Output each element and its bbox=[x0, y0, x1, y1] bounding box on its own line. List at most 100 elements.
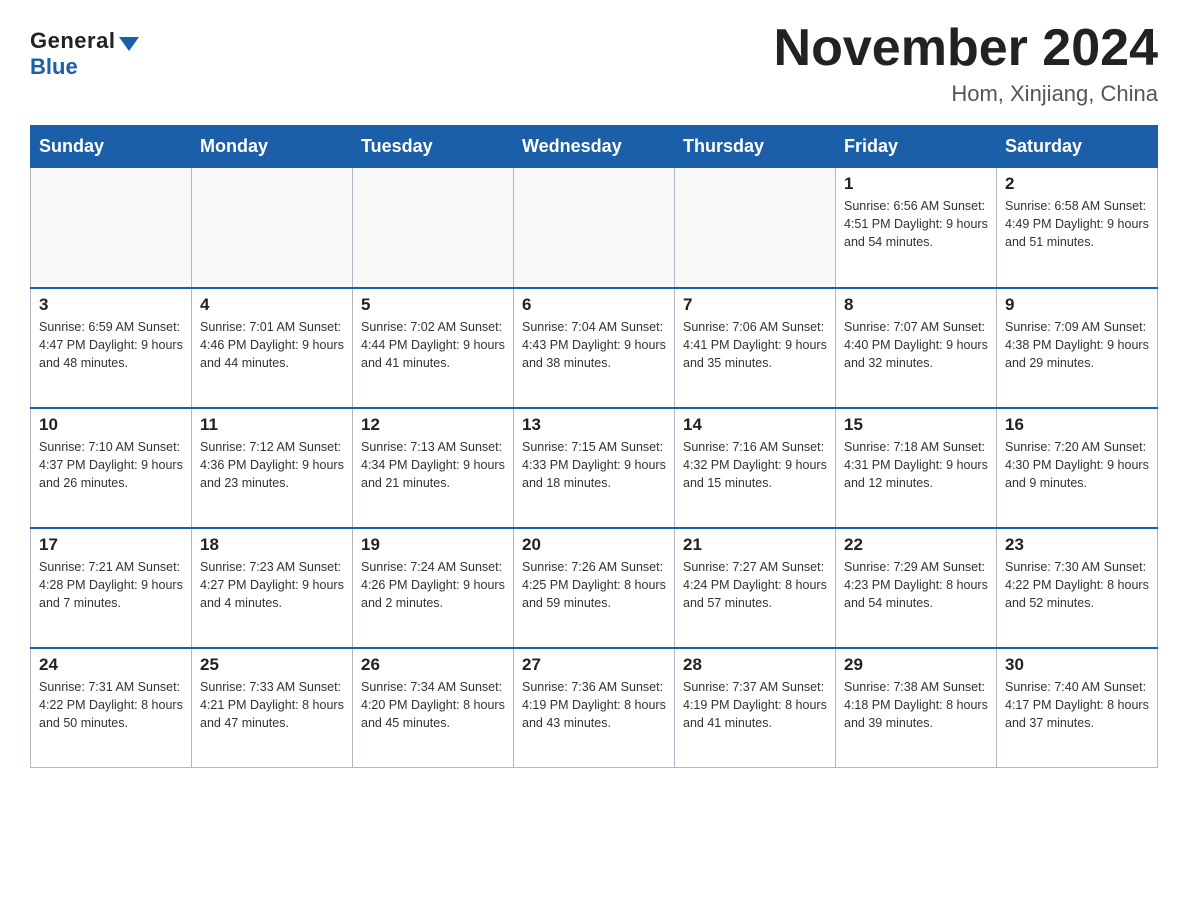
day-info: Sunrise: 6:58 AM Sunset: 4:49 PM Dayligh… bbox=[1005, 197, 1149, 251]
day-number: 23 bbox=[1005, 535, 1149, 555]
day-number: 13 bbox=[522, 415, 666, 435]
calendar-cell bbox=[675, 168, 836, 288]
day-number: 14 bbox=[683, 415, 827, 435]
day-number: 8 bbox=[844, 295, 988, 315]
day-number: 3 bbox=[39, 295, 183, 315]
calendar-cell: 11 Sunrise: 7:12 AM Sunset: 4:36 PM Dayli… bbox=[192, 408, 353, 528]
day-info: Sunrise: 7:15 AM Sunset: 4:33 PM Dayligh… bbox=[522, 438, 666, 492]
day-info: Sunrise: 7:02 AM Sunset: 4:44 PM Dayligh… bbox=[361, 318, 505, 372]
calendar-cell: 17 Sunrise: 7:21 AM Sunset: 4:28 PM Dayli… bbox=[31, 528, 192, 648]
weekday-header-thursday: Thursday bbox=[675, 126, 836, 168]
calendar-cell: 7 Sunrise: 7:06 AM Sunset: 4:41 PM Daylig… bbox=[675, 288, 836, 408]
calendar-cell: 27Sunrise: 7:36 AM Sunset: 4:19 PM Dayli… bbox=[514, 648, 675, 768]
day-info: Sunrise: 7:40 AM Sunset: 4:17 PM Dayligh… bbox=[1005, 678, 1149, 732]
day-number: 5 bbox=[361, 295, 505, 315]
weekday-header-sunday: Sunday bbox=[31, 126, 192, 168]
weekday-header-row: SundayMondayTuesdayWednesdayThursdayFrid… bbox=[31, 126, 1158, 168]
day-info: Sunrise: 7:20 AM Sunset: 4:30 PM Dayligh… bbox=[1005, 438, 1149, 492]
day-info: Sunrise: 6:56 AM Sunset: 4:51 PM Dayligh… bbox=[844, 197, 988, 251]
day-info: Sunrise: 7:37 AM Sunset: 4:19 PM Dayligh… bbox=[683, 678, 827, 732]
calendar-cell bbox=[514, 168, 675, 288]
logo-blue-text: Blue bbox=[30, 54, 78, 80]
calendar-cell: 12Sunrise: 7:13 AM Sunset: 4:34 PM Dayli… bbox=[353, 408, 514, 528]
day-number: 11 bbox=[200, 415, 344, 435]
day-info: Sunrise: 7:18 AM Sunset: 4:31 PM Dayligh… bbox=[844, 438, 988, 492]
weekday-header-friday: Friday bbox=[836, 126, 997, 168]
calendar-cell: 26Sunrise: 7:34 AM Sunset: 4:20 PM Dayli… bbox=[353, 648, 514, 768]
day-info: Sunrise: 7:04 AM Sunset: 4:43 PM Dayligh… bbox=[522, 318, 666, 372]
calendar-cell: 19 Sunrise: 7:24 AM Sunset: 4:26 PM Dayli… bbox=[353, 528, 514, 648]
calendar-week-row: 24 Sunrise: 7:31 AM Sunset: 4:22 PM Dayli… bbox=[31, 648, 1158, 768]
day-info: Sunrise: 7:36 AM Sunset: 4:19 PM Dayligh… bbox=[522, 678, 666, 732]
day-number: 30 bbox=[1005, 655, 1149, 675]
logo-triangle-icon bbox=[119, 37, 139, 51]
day-info: Sunrise: 7:16 AM Sunset: 4:32 PM Dayligh… bbox=[683, 438, 827, 492]
day-number: 19 bbox=[361, 535, 505, 555]
day-number: 15 bbox=[844, 415, 988, 435]
day-info: Sunrise: 7:29 AM Sunset: 4:23 PM Dayligh… bbox=[844, 558, 988, 612]
day-number: 28 bbox=[683, 655, 827, 675]
day-number: 4 bbox=[200, 295, 344, 315]
calendar-cell: 13 Sunrise: 7:15 AM Sunset: 4:33 PM Dayli… bbox=[514, 408, 675, 528]
calendar-cell: 16 Sunrise: 7:20 AM Sunset: 4:30 PM Dayli… bbox=[997, 408, 1158, 528]
calendar-week-row: 17 Sunrise: 7:21 AM Sunset: 4:28 PM Dayli… bbox=[31, 528, 1158, 648]
day-info: Sunrise: 7:26 AM Sunset: 4:25 PM Dayligh… bbox=[522, 558, 666, 612]
day-info: Sunrise: 7:09 AM Sunset: 4:38 PM Dayligh… bbox=[1005, 318, 1149, 372]
calendar-table: SundayMondayTuesdayWednesdayThursdayFrid… bbox=[30, 125, 1158, 768]
day-info: Sunrise: 7:12 AM Sunset: 4:36 PM Dayligh… bbox=[200, 438, 344, 492]
logo: General Blue bbox=[30, 28, 139, 80]
day-info: Sunrise: 7:06 AM Sunset: 4:41 PM Dayligh… bbox=[683, 318, 827, 372]
calendar-cell: 3Sunrise: 6:59 AM Sunset: 4:47 PM Daylig… bbox=[31, 288, 192, 408]
day-number: 29 bbox=[844, 655, 988, 675]
weekday-header-monday: Monday bbox=[192, 126, 353, 168]
day-info: Sunrise: 7:38 AM Sunset: 4:18 PM Dayligh… bbox=[844, 678, 988, 732]
day-number: 21 bbox=[683, 535, 827, 555]
day-info: Sunrise: 7:31 AM Sunset: 4:22 PM Dayligh… bbox=[39, 678, 183, 732]
day-number: 26 bbox=[361, 655, 505, 675]
calendar-cell: 25 Sunrise: 7:33 AM Sunset: 4:21 PM Dayli… bbox=[192, 648, 353, 768]
calendar-cell: 1 Sunrise: 6:56 AM Sunset: 4:51 PM Daylig… bbox=[836, 168, 997, 288]
day-number: 16 bbox=[1005, 415, 1149, 435]
day-number: 9 bbox=[1005, 295, 1149, 315]
calendar-cell: 8 Sunrise: 7:07 AM Sunset: 4:40 PM Daylig… bbox=[836, 288, 997, 408]
day-info: Sunrise: 7:23 AM Sunset: 4:27 PM Dayligh… bbox=[200, 558, 344, 612]
calendar-cell: 9 Sunrise: 7:09 AM Sunset: 4:38 PM Daylig… bbox=[997, 288, 1158, 408]
day-number: 7 bbox=[683, 295, 827, 315]
month-title: November 2024 bbox=[774, 20, 1158, 77]
day-number: 22 bbox=[844, 535, 988, 555]
title-area: November 2024 Hom, Xinjiang, China bbox=[774, 20, 1158, 107]
calendar-week-row: 3Sunrise: 6:59 AM Sunset: 4:47 PM Daylig… bbox=[31, 288, 1158, 408]
day-number: 18 bbox=[200, 535, 344, 555]
calendar-cell: 21 Sunrise: 7:27 AM Sunset: 4:24 PM Dayli… bbox=[675, 528, 836, 648]
day-info: Sunrise: 7:27 AM Sunset: 4:24 PM Dayligh… bbox=[683, 558, 827, 612]
calendar-cell bbox=[192, 168, 353, 288]
day-number: 24 bbox=[39, 655, 183, 675]
day-info: Sunrise: 7:01 AM Sunset: 4:46 PM Dayligh… bbox=[200, 318, 344, 372]
day-number: 25 bbox=[200, 655, 344, 675]
calendar-week-row: 10 Sunrise: 7:10 AM Sunset: 4:37 PM Dayli… bbox=[31, 408, 1158, 528]
calendar-cell: 24 Sunrise: 7:31 AM Sunset: 4:22 PM Dayli… bbox=[31, 648, 192, 768]
day-number: 17 bbox=[39, 535, 183, 555]
day-info: Sunrise: 7:24 AM Sunset: 4:26 PM Dayligh… bbox=[361, 558, 505, 612]
calendar-cell: 10 Sunrise: 7:10 AM Sunset: 4:37 PM Dayli… bbox=[31, 408, 192, 528]
day-number: 6 bbox=[522, 295, 666, 315]
day-number: 10 bbox=[39, 415, 183, 435]
day-info: Sunrise: 7:30 AM Sunset: 4:22 PM Dayligh… bbox=[1005, 558, 1149, 612]
weekday-header-wednesday: Wednesday bbox=[514, 126, 675, 168]
calendar-cell: 5 Sunrise: 7:02 AM Sunset: 4:44 PM Daylig… bbox=[353, 288, 514, 408]
calendar-cell: 2 Sunrise: 6:58 AM Sunset: 4:49 PM Daylig… bbox=[997, 168, 1158, 288]
day-info: Sunrise: 7:21 AM Sunset: 4:28 PM Dayligh… bbox=[39, 558, 183, 612]
calendar-week-row: 1 Sunrise: 6:56 AM Sunset: 4:51 PM Daylig… bbox=[31, 168, 1158, 288]
calendar-cell: 4 Sunrise: 7:01 AM Sunset: 4:46 PM Daylig… bbox=[192, 288, 353, 408]
day-number: 2 bbox=[1005, 174, 1149, 194]
location: Hom, Xinjiang, China bbox=[774, 81, 1158, 107]
calendar-cell: 20Sunrise: 7:26 AM Sunset: 4:25 PM Dayli… bbox=[514, 528, 675, 648]
day-info: Sunrise: 7:33 AM Sunset: 4:21 PM Dayligh… bbox=[200, 678, 344, 732]
calendar-cell: 6 Sunrise: 7:04 AM Sunset: 4:43 PM Daylig… bbox=[514, 288, 675, 408]
calendar-cell: 23 Sunrise: 7:30 AM Sunset: 4:22 PM Dayli… bbox=[997, 528, 1158, 648]
day-info: Sunrise: 7:10 AM Sunset: 4:37 PM Dayligh… bbox=[39, 438, 183, 492]
day-info: Sunrise: 7:07 AM Sunset: 4:40 PM Dayligh… bbox=[844, 318, 988, 372]
calendar-cell: 28 Sunrise: 7:37 AM Sunset: 4:19 PM Dayli… bbox=[675, 648, 836, 768]
calendar-cell bbox=[353, 168, 514, 288]
day-number: 1 bbox=[844, 174, 988, 194]
